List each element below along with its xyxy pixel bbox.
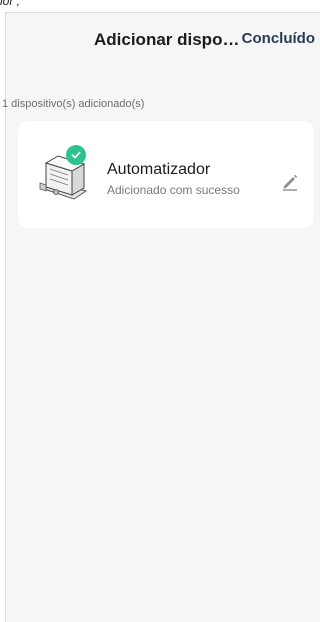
devices-count-label: 1 dispositivo(s) adicionado(s) — [2, 98, 145, 110]
pencil-icon[interactable] — [280, 171, 300, 191]
device-card[interactable]: Automatizador Adicionado com sucesso — [18, 121, 314, 228]
device-status: Adicionado com sucesso — [107, 183, 240, 197]
check-icon — [66, 145, 86, 165]
header-bar: Adicionar dispositi... Concluído — [6, 13, 320, 69]
done-button[interactable]: Concluído — [242, 30, 315, 47]
device-name: Automatizador — [107, 161, 211, 178]
app-screen: Adicionar dispositi... Concluído 1 dispo… — [2, 12, 320, 622]
page-title: Adicionar dispositi... — [94, 30, 246, 49]
top-text-fragment: lor ; — [0, 0, 21, 8]
